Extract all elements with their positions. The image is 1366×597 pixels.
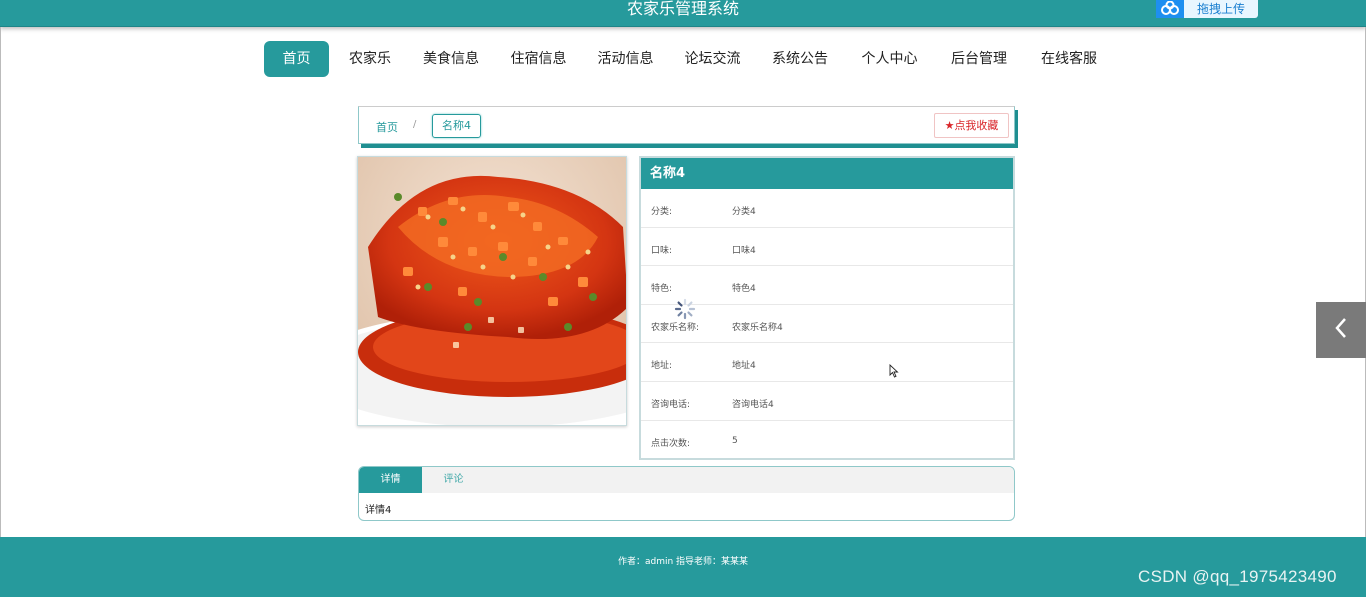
main-nav: 首页 农家乐 美食信息 住宿信息 活动信息 论坛交流 系统公告 个人中心 后台管… xyxy=(264,41,1119,77)
field-label: 咨询电话: xyxy=(651,399,691,410)
top-header: 农家乐管理系统 拖拽上传 xyxy=(0,0,1366,27)
field-label: 口味: xyxy=(651,245,673,256)
nav-item-home[interactable]: 首页 xyxy=(264,41,329,77)
nav-item-announcements[interactable]: 系统公告 xyxy=(760,41,840,77)
nav-item-forum[interactable]: 论坛交流 xyxy=(665,41,760,77)
field-value: 农家乐名称4 xyxy=(732,322,783,333)
tab-comments[interactable]: 评论 xyxy=(422,467,485,493)
field-label: 农家乐名称: xyxy=(651,322,700,333)
nav-item-activities[interactable]: 活动信息 xyxy=(586,41,665,77)
detail-title: 名称4 xyxy=(641,158,1013,189)
favorite-label: 点我收藏 xyxy=(954,119,999,132)
nav-item-support[interactable]: 在线客服 xyxy=(1019,41,1119,77)
star-icon: ★ xyxy=(944,119,955,132)
tab-details[interactable]: 详情 xyxy=(359,467,422,493)
tab-bar: 详情 评论 xyxy=(359,467,1014,493)
detail-row-category: 分类: 分类4 xyxy=(641,189,1013,228)
field-label: 地址: xyxy=(651,361,673,372)
detail-row-phone: 咨询电话: 咨询电话4 xyxy=(641,382,1013,421)
favorite-button[interactable]: ★点我收藏 xyxy=(934,113,1009,138)
field-value: 5 xyxy=(732,435,738,446)
drag-upload-button[interactable]: 拖拽上传 xyxy=(1156,0,1258,18)
breadcrumb-current: 名称4 xyxy=(432,114,481,138)
detail-row-feature: 特色: 特色4 xyxy=(641,266,1013,305)
chevron-left-icon xyxy=(1334,317,1348,343)
field-value: 分类4 xyxy=(732,207,756,217)
field-label: 点击次数: xyxy=(651,438,691,449)
detail-row-address: 地址: 地址4 xyxy=(641,343,1013,382)
field-value: 口味4 xyxy=(732,245,756,256)
nav-item-food[interactable]: 美食信息 xyxy=(411,41,491,77)
food-photo xyxy=(357,156,627,426)
field-value: 地址4 xyxy=(732,361,756,372)
field-label: 特色: xyxy=(651,284,673,295)
breadcrumb-separator: / xyxy=(413,119,417,130)
field-label: 分类: xyxy=(651,207,673,217)
field-value: 咨询电话4 xyxy=(732,399,774,410)
collapse-side-button[interactable] xyxy=(1316,302,1366,358)
detail-row-farmstay-name: 农家乐名称: 农家乐名称4 xyxy=(641,305,1013,344)
watermark: CSDN @qq_1975423490 xyxy=(1138,567,1337,586)
nav-item-farmstay[interactable]: 农家乐 xyxy=(329,41,411,77)
loading-spinner-icon xyxy=(674,298,696,320)
detail-tabs: 详情 评论 详情4 xyxy=(358,466,1015,521)
mouse-pointer-icon xyxy=(889,363,899,378)
detail-row-clicks: 点击次数: 5 xyxy=(641,421,1013,460)
field-value: 特色4 xyxy=(732,284,756,295)
nav-item-lodging[interactable]: 住宿信息 xyxy=(491,41,586,77)
breadcrumb: 首页 / 名称4 ★点我收藏 xyxy=(358,106,1015,144)
nav-item-profile[interactable]: 个人中心 xyxy=(840,41,939,77)
nav-item-admin[interactable]: 后台管理 xyxy=(939,41,1019,77)
tab-content: 详情4 xyxy=(365,505,392,516)
detail-row-flavor: 口味: 口味4 xyxy=(641,228,1013,267)
footer-credit: 作者：admin 指导老师：某某某 xyxy=(617,557,749,567)
breadcrumb-home[interactable]: 首页 xyxy=(376,119,398,135)
cloud-upload-icon xyxy=(1156,0,1184,18)
upload-label: 拖拽上传 xyxy=(1196,1,1245,16)
